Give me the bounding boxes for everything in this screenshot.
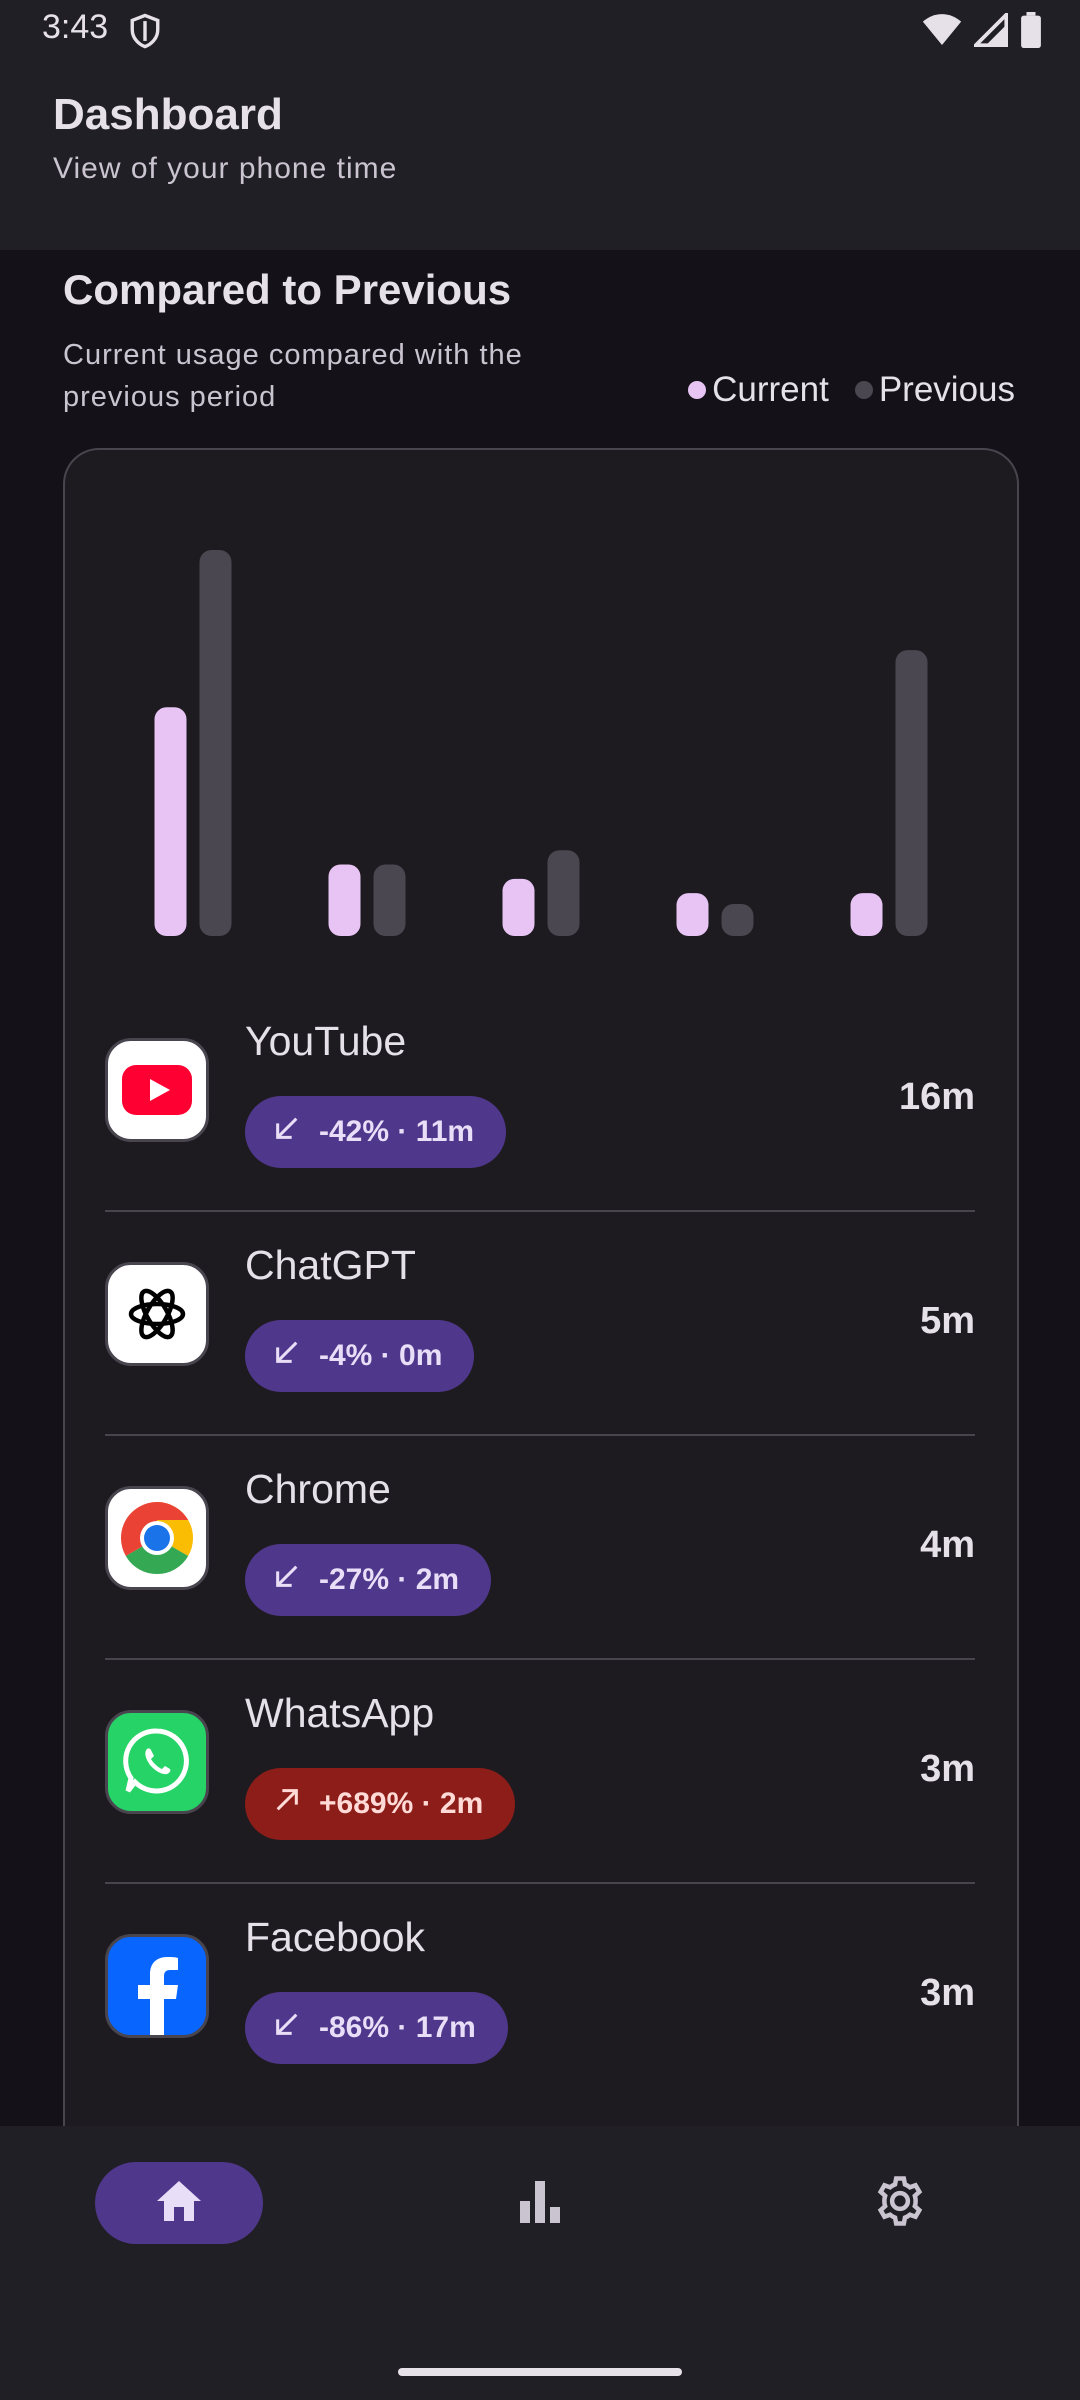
- app-name: Facebook: [245, 1914, 426, 1960]
- change-label: -4% · 0m: [319, 1339, 443, 1372]
- bar-previous-youtube: [199, 550, 232, 936]
- section-title: Compared to Previous: [63, 266, 512, 313]
- usage-time: 5m: [920, 1300, 975, 1342]
- bar-current-facebook: [850, 893, 883, 936]
- usage-time: 3m: [920, 1972, 975, 2014]
- change-chip: -86% · 17m: [245, 1992, 508, 2064]
- change-label: -86% · 17m: [319, 2011, 476, 2044]
- app-name: WhatsApp: [245, 1690, 435, 1736]
- chart-svg: [154, 550, 928, 936]
- signal-icon: [971, 10, 1009, 52]
- app-row-chatgpt[interactable]: ChatGPT -4% · 0m 5m: [105, 1212, 975, 1436]
- youtube-icon: [105, 1038, 209, 1142]
- change-label: -27% · 2m: [319, 1563, 460, 1596]
- app-name: YouTube: [245, 1018, 407, 1064]
- page-title: Dashboard: [53, 90, 283, 139]
- arrow-down-left-icon: [273, 1338, 301, 1374]
- app-row-youtube[interactable]: YouTube -42% · 11m 16m: [105, 988, 975, 1212]
- change-chip: +689% · 2m: [245, 1768, 516, 1840]
- app-row-chrome[interactable]: Chrome -27% · 2m 4m: [105, 1436, 975, 1660]
- bar-chart-icon: [518, 2179, 562, 2228]
- bar-previous-chrome: [547, 850, 580, 936]
- usage-time: 3m: [920, 1748, 975, 1790]
- app-row-facebook[interactable]: Facebook -86% · 17m 3m: [105, 1884, 975, 2106]
- shield-icon: [128, 12, 162, 55]
- bottom-navigation: [0, 2126, 1080, 2400]
- home-icon: [155, 2179, 203, 2228]
- change-chip: -4% · 0m: [245, 1320, 475, 1392]
- legend-previous: Previous: [854, 370, 1015, 410]
- app-bar: Dashboard View of your phone time: [0, 64, 1080, 250]
- legend-previous-label: Previous: [878, 370, 1015, 409]
- arrow-up-right-icon: [273, 1786, 301, 1822]
- arrow-down-left-icon: [273, 1114, 301, 1150]
- arrow-down-left-icon: [273, 1562, 301, 1598]
- app-name: Chrome: [245, 1466, 391, 1512]
- bar-previous-chatgpt: [373, 864, 406, 936]
- chart-legend: Current Previous: [672, 370, 1015, 410]
- app-name: ChatGPT: [245, 1242, 416, 1288]
- legend-current-dot: [688, 381, 707, 399]
- bar-previous-whatsapp: [721, 904, 754, 936]
- facebook-icon: [105, 1934, 209, 2038]
- wifi-icon: [922, 13, 962, 52]
- usage-time: 4m: [920, 1524, 975, 1566]
- legend-current: Current: [688, 370, 829, 410]
- status-time: 3:43: [42, 8, 109, 46]
- arrow-down-left-icon: [273, 2010, 301, 2046]
- comparison-chart: [65, 450, 1017, 950]
- section-description: Current usage compared with the previous…: [63, 339, 523, 413]
- bar-current-whatsapp: [676, 893, 709, 936]
- nav-stats[interactable]: [456, 2162, 624, 2244]
- nav-home[interactable]: [95, 2162, 263, 2244]
- legend-current-label: Current: [712, 370, 829, 409]
- app-list: YouTube -42% · 11m 16m ChatGPT -4% · 0m …: [105, 988, 975, 2106]
- whatsapp-icon: [105, 1710, 209, 1814]
- status-bar: 3:43: [0, 0, 1080, 64]
- chatgpt-icon: [105, 1262, 209, 1366]
- change-label: +689% · 2m: [319, 1787, 484, 1820]
- chrome-icon: [105, 1486, 209, 1590]
- page-subtitle: View of your phone time: [53, 152, 398, 185]
- change-chip: -27% · 2m: [245, 1544, 492, 1616]
- legend-previous-dot: [854, 381, 873, 399]
- app-row-whatsapp[interactable]: WhatsApp +689% · 2m 3m: [105, 1660, 975, 1884]
- bar-current-chrome: [502, 878, 535, 936]
- bar-previous-facebook: [895, 650, 928, 936]
- change-label: -42% · 11m: [319, 1115, 475, 1148]
- comparison-card: YouTube -42% · 11m 16m ChatGPT -4% · 0m …: [63, 448, 1019, 2150]
- usage-time: 16m: [898, 1076, 975, 1118]
- nav-settings[interactable]: [816, 2162, 984, 2244]
- gesture-bar[interactable]: [398, 2368, 682, 2376]
- battery-icon: [1020, 12, 1042, 53]
- bar-current-chatgpt: [328, 864, 361, 936]
- change-chip: -42% · 11m: [245, 1096, 507, 1168]
- bar-current-youtube: [154, 707, 187, 936]
- settings-icon: [873, 2174, 927, 2233]
